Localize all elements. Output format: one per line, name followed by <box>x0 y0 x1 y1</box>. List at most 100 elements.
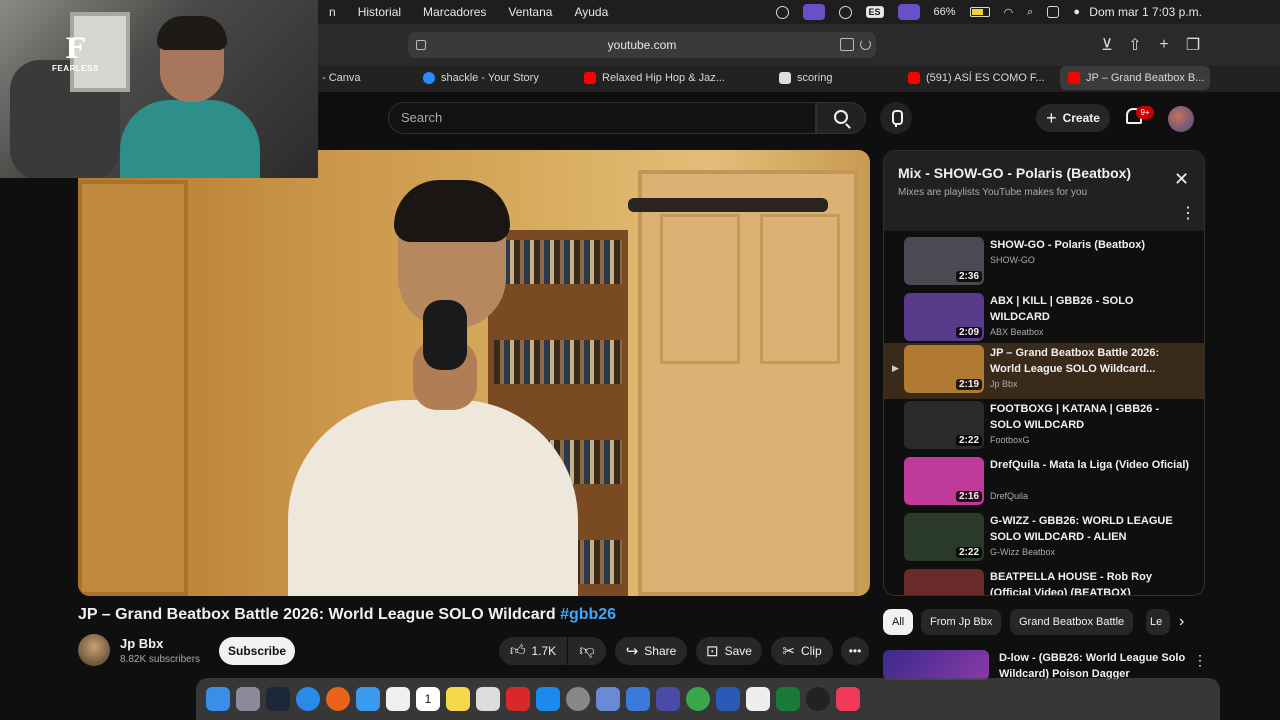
share-arrow-icon: ↪ <box>625 643 639 660</box>
webcam-person-shirt <box>120 100 260 178</box>
chrome-icon[interactable] <box>686 687 710 711</box>
translate-icon[interactable] <box>840 38 854 51</box>
spotlight-icon[interactable]: ⌕ <box>1027 6 1033 19</box>
tab-label: JP – Grand Beatbox B... <box>1086 72 1205 84</box>
notes-alt-icon[interactable] <box>746 687 770 711</box>
siri-icon[interactable]: ● <box>1073 6 1080 18</box>
menu-item-window[interactable]: Ventana <box>497 5 563 19</box>
address-bar[interactable]: youtube.com <box>408 32 876 58</box>
close-icon[interactable]: ✕ <box>1174 169 1189 190</box>
video-person-hair <box>394 180 510 242</box>
photos-icon[interactable] <box>386 687 410 711</box>
chip-grand-beatbox-battle[interactable]: Grand Beatbox Battle <box>1010 609 1134 635</box>
thumbs-down-icon: 👎︎ <box>579 642 595 659</box>
like-button[interactable]: 👍︎ 1.7K <box>499 637 567 665</box>
input-language-indicator[interactable]: ES <box>865 6 884 18</box>
accessibility-icon[interactable] <box>775 5 789 19</box>
clip-button[interactable]: ✂ Clip <box>771 637 833 665</box>
teams-icon[interactable] <box>656 687 680 711</box>
video-player[interactable] <box>78 150 870 596</box>
tab-shackle[interactable]: shackle - Your Story <box>423 66 539 90</box>
safari-icon[interactable] <box>296 687 320 711</box>
control-center-icon[interactable] <box>1047 6 1060 18</box>
menu-item-bookmarks[interactable]: Marcadores <box>412 5 497 19</box>
playlist-item[interactable]: 2:16 DrefQuila - Mata la Liga (Video Ofi… <box>884 455 1204 511</box>
search-input[interactable]: Search <box>388 102 816 134</box>
app-menus: n Historial Marcadores Ventana Ayuda <box>318 5 619 19</box>
tab-relaxed-hip-hop[interactable]: Relaxed Hip Hop & Jaz... <box>584 66 725 90</box>
tab-scoring[interactable]: scoring <box>779 66 832 90</box>
menu-item-help[interactable]: Ayuda <box>563 5 619 19</box>
download-icon[interactable]: ⊻ <box>1098 36 1116 54</box>
dislike-button[interactable]: 👎︎ <box>568 637 606 665</box>
more-actions-button[interactable]: ••• <box>841 637 869 665</box>
tab-jp-grand-beatbox[interactable]: JP – Grand Beatbox B... <box>1060 66 1210 90</box>
chip-all[interactable]: All <box>883 609 914 635</box>
subscriber-count: 8.82K subscribers <box>120 654 201 665</box>
share-icon[interactable]: ⇧ <box>1126 36 1144 54</box>
music-icon[interactable] <box>836 687 860 711</box>
app-store-icon[interactable] <box>536 687 560 711</box>
page-menu-icon[interactable] <box>416 40 426 50</box>
excel-icon[interactable] <box>776 687 800 711</box>
menu-item-view[interactable]: n <box>318 5 347 19</box>
screenshot-icon[interactable] <box>476 687 500 711</box>
search-button[interactable] <box>816 102 866 134</box>
video-hashtag[interactable]: #gbb26 <box>560 606 616 623</box>
recommendation-filter-chips: All From Jp Bbx Grand Beatbox Battle Le … <box>883 609 1205 635</box>
account-avatar[interactable] <box>1168 106 1194 132</box>
channel-avatar[interactable] <box>78 634 110 666</box>
recorder-icon[interactable] <box>506 687 530 711</box>
wifi-icon[interactable]: ◠ <box>1004 6 1014 19</box>
finder-icon[interactable] <box>206 687 230 711</box>
playlist-item-title: SHOW-GO - Polaris (Beatbox) <box>990 239 1146 251</box>
search-icon <box>834 110 848 124</box>
tab-asi-es-como[interactable]: (591) ASÍ ES COMO F... <box>908 66 1045 90</box>
address-url: youtube.com <box>607 38 677 52</box>
playlist-item[interactable]: 2:22 G-WIZZ - GBB26: WORLD LEAGUE SOLO W… <box>884 511 1204 567</box>
save-button[interactable]: ⊡ Save <box>696 637 762 665</box>
tab-overview-icon[interactable]: ❐ <box>1184 36 1202 54</box>
word-icon[interactable] <box>716 687 740 711</box>
system-settings-icon[interactable] <box>566 687 590 711</box>
playlist-item[interactable]: BEATPELLA HOUSE - Rob Roy (Official Vide… <box>884 567 1204 595</box>
chatgpt-icon[interactable] <box>806 687 830 711</box>
playlist-item[interactable]: 2:36 SHOW-GO - Polaris (Beatbox) SHOW-GO <box>884 235 1204 291</box>
tab-label: scoring <box>797 72 833 84</box>
recommendation-item[interactable]: D-low - (GBB26: World League Solo Wildca… <box>883 646 1207 680</box>
menu-clock[interactable]: Dom mar 1 7:03 p.m. <box>1089 5 1202 19</box>
new-tab-icon[interactable]: + <box>1155 36 1173 54</box>
launchpad-icon[interactable] <box>236 687 260 711</box>
chevron-right-icon[interactable]: › <box>1179 613 1184 631</box>
steam-icon[interactable] <box>266 687 290 711</box>
reload-icon[interactable] <box>860 39 871 50</box>
notes-icon[interactable] <box>446 687 470 711</box>
calendar-icon[interactable]: 1 <box>416 687 440 711</box>
chip-from-channel[interactable]: From Jp Bbx <box>921 609 1002 635</box>
firefox-icon[interactable] <box>326 687 350 711</box>
chip-partial[interactable]: Le <box>1146 609 1170 635</box>
screen-mirror-icon[interactable] <box>802 4 825 20</box>
create-button[interactable]: + Create <box>1036 104 1110 132</box>
mail-icon[interactable] <box>356 687 380 711</box>
playlist-title[interactable]: Mix - SHOW-GO - Polaris (Beatbox) <box>898 165 1131 181</box>
finder-alt-icon[interactable] <box>626 687 650 711</box>
share-button[interactable]: ↪ Share <box>615 637 687 665</box>
preview-icon[interactable] <box>596 687 620 711</box>
playlist-thumbnail: 2:19 <box>904 345 984 393</box>
playlist-item[interactable]: 2:09 ABX | KILL | GBB26 - SOLO WILDCARD … <box>884 291 1204 347</box>
voice-search-button[interactable] <box>880 102 912 134</box>
playlist-item[interactable]: 2:22 FOOTBOXG | KATANA | GBB26 - SOLO WI… <box>884 399 1204 455</box>
menu-item-history[interactable]: Historial <box>347 5 412 19</box>
screen-record-icon[interactable] <box>897 4 920 20</box>
scoring-icon <box>779 72 791 84</box>
subscribe-button[interactable]: Subscribe <box>219 637 295 665</box>
battery-icon[interactable] <box>969 7 990 17</box>
shackle-icon <box>423 72 435 84</box>
tab-canva[interactable]: - Canva <box>322 66 361 90</box>
playlist-item-current[interactable]: ▶ 2:19 JP – Grand Beatbox Battle 2026: W… <box>884 343 1204 399</box>
channel-name[interactable]: Jp Bbx <box>120 636 163 651</box>
more-vertical-icon[interactable]: ⋮ <box>1180 203 1196 223</box>
more-vertical-icon[interactable]: ⋮ <box>1193 652 1207 669</box>
play-icon[interactable] <box>838 5 852 19</box>
